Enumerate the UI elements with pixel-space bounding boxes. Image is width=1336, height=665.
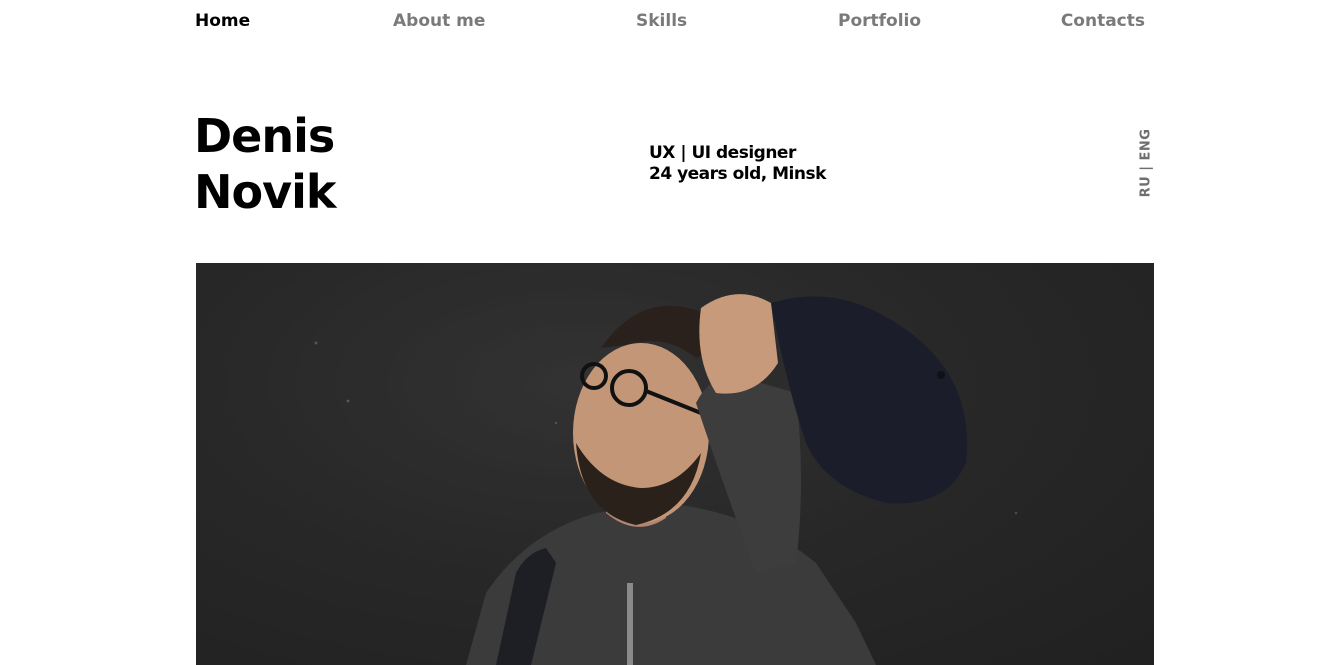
first-name: Denis xyxy=(194,109,335,163)
last-name: Novik xyxy=(194,165,336,219)
age-location-text: 24 years old, Minsk xyxy=(649,164,826,184)
language-switch-label[interactable]: RU | ENG xyxy=(1139,129,1154,198)
portrait-photo-icon xyxy=(196,263,1154,665)
role-text: UX | UI designer xyxy=(649,143,796,163)
nav-skills[interactable]: Skills xyxy=(636,11,687,31)
portfolio-page: Home About me Skills Portfolio Contacts … xyxy=(0,0,1336,665)
nav-about-me[interactable]: About me xyxy=(393,11,485,31)
nav-portfolio[interactable]: Portfolio xyxy=(838,11,921,31)
language-switch[interactable]: RU | ENG xyxy=(1137,129,1155,198)
hero-name: Denis Novik xyxy=(194,108,336,220)
hero-photo xyxy=(196,263,1154,665)
nav-home[interactable]: Home xyxy=(195,11,250,31)
hero-tagline: UX | UI designer 24 years old, Minsk xyxy=(649,143,826,185)
nav-contacts[interactable]: Contacts xyxy=(1061,11,1145,31)
main-nav: Home About me Skills Portfolio Contacts xyxy=(195,11,1155,35)
